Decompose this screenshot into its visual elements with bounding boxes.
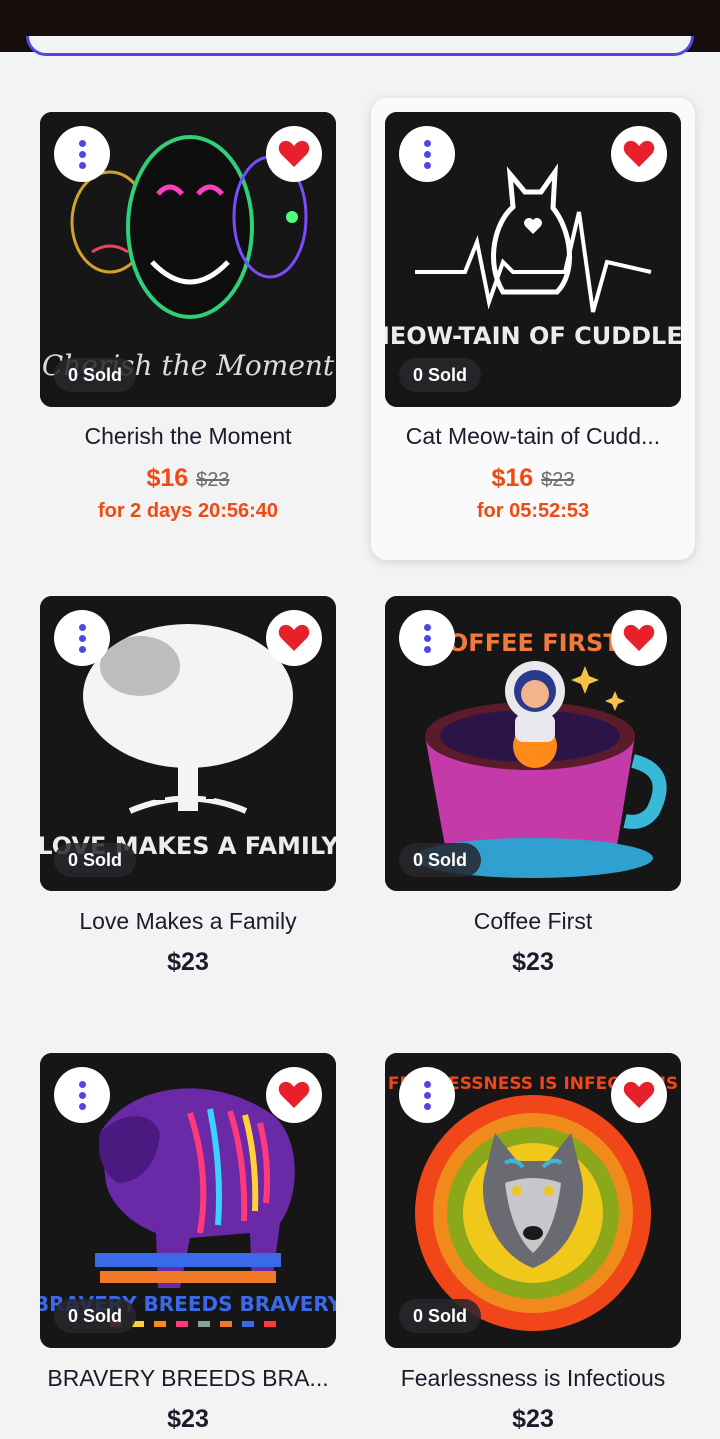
heart-icon (623, 1081, 655, 1108)
more-options-button[interactable] (399, 1067, 455, 1123)
more-options-button[interactable] (399, 126, 455, 182)
svg-text:COFFEE FIRST: COFFEE FIRST (430, 629, 620, 657)
price: $23 (512, 1405, 554, 1433)
more-options-button[interactable] (54, 1067, 110, 1123)
sold-badge: 0 Sold (399, 358, 482, 392)
more-options-button[interactable] (399, 610, 455, 666)
search-bar-edge[interactable] (26, 36, 694, 56)
price-row: $16 $23 (40, 464, 336, 493)
favorite-button[interactable] (266, 610, 322, 666)
top-bar (0, 0, 720, 56)
heart-icon (278, 140, 310, 167)
more-options-button[interactable] (54, 126, 110, 182)
sold-badge: 0 Sold (54, 843, 137, 877)
heart-icon (278, 624, 310, 651)
product-card[interactable]: FEARLESSNESS IS INFECTIOUS 0 Sold Fearle… (371, 1039, 695, 1439)
sold-badge: 0 Sold (399, 843, 482, 877)
favorite-button[interactable] (266, 126, 322, 182)
price-row: $23 (40, 948, 336, 977)
product-card[interactable]: MEOW-TAIN OF CUDDLES 0 Sold Cat Meow-tai… (371, 98, 695, 560)
original-price: $23 (196, 469, 230, 491)
favorite-button[interactable] (611, 1067, 667, 1123)
price: $23 (512, 948, 554, 976)
price: $23 (167, 948, 209, 976)
price-row: $23 (40, 1405, 336, 1434)
sold-badge: 0 Sold (54, 1299, 137, 1333)
heart-icon (278, 1081, 310, 1108)
heart-icon (623, 624, 655, 651)
price-row: $16 $23 (385, 464, 681, 493)
sold-badge: 0 Sold (399, 1299, 482, 1333)
product-title[interactable]: Coffee First (385, 908, 681, 935)
product-card[interactable]: BRAVERY BREEDS BRAVERY 0 Sold BRAVERY BR… (26, 1039, 350, 1439)
more-options-button[interactable] (54, 610, 110, 666)
price: $23 (167, 1405, 209, 1433)
product-title[interactable]: Love Makes a Family (40, 908, 336, 935)
sale-price: $16 (491, 464, 534, 492)
product-card[interactable]: LOVE MAKES A FAMILY 0 Sold Love Makes a … (26, 582, 350, 1044)
original-price: $23 (541, 469, 575, 491)
sale-countdown: for 2 days 20:56:40 (97, 500, 279, 522)
svg-text:MEOW-TAIN OF CUDDLES: MEOW-TAIN OF CUDDLES (385, 322, 681, 350)
product-title[interactable]: Cherish the Moment (40, 423, 336, 450)
product-card[interactable]: COFFEE FIRST 0 Sold Coffee First $23 (371, 582, 695, 1044)
heart-icon (623, 140, 655, 167)
product-title[interactable]: BRAVERY BREEDS BRA... (40, 1365, 336, 1392)
sold-badge: 0 Sold (54, 358, 137, 392)
favorite-button[interactable] (266, 1067, 322, 1123)
favorite-button[interactable] (611, 610, 667, 666)
sale-price: $16 (146, 464, 189, 492)
sale-countdown: for 05:52:53 (476, 500, 590, 522)
product-card[interactable]: Cherish the Moment 0 Sold Cherish the Mo… (26, 98, 350, 560)
favorite-button[interactable] (611, 126, 667, 182)
product-title[interactable]: Cat Meow-tain of Cudd... (385, 423, 681, 450)
price-row: $23 (385, 948, 681, 977)
product-title[interactable]: Fearlessness is Infectious (385, 1365, 681, 1392)
price-row: $23 (385, 1405, 681, 1434)
